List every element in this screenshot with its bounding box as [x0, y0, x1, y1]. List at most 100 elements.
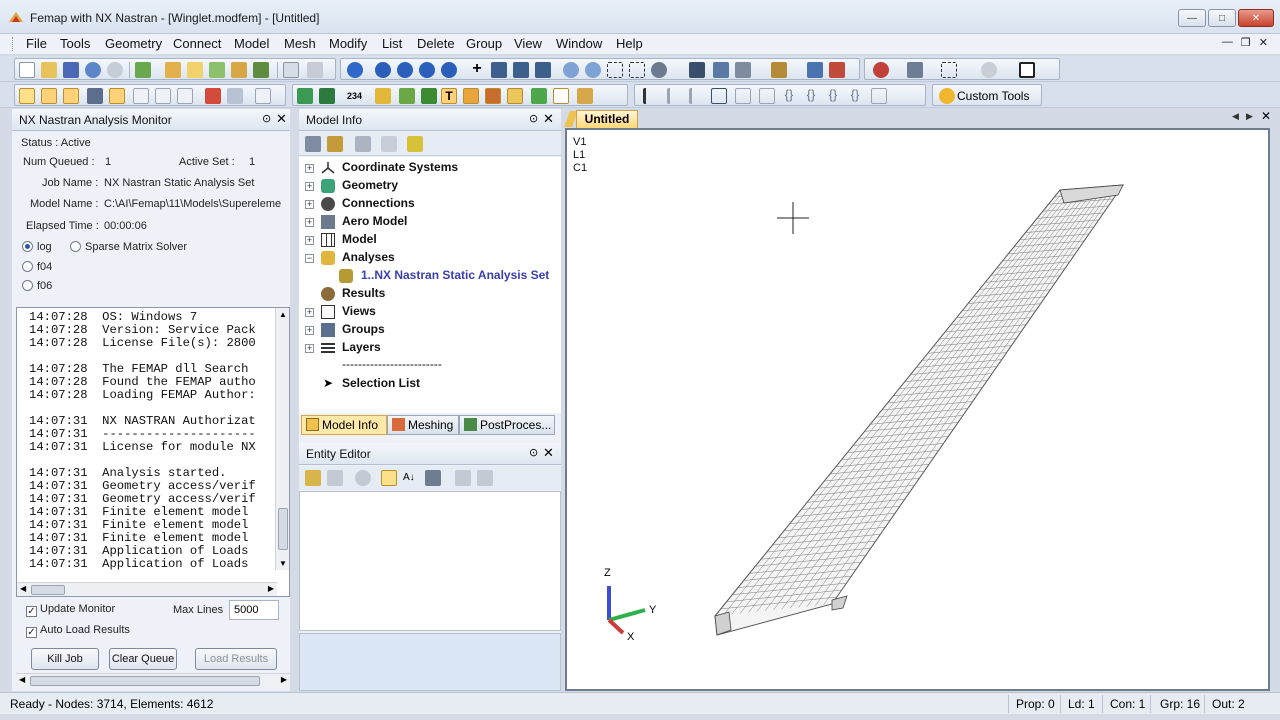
up-icon[interactable] [419, 62, 435, 78]
tree-item-analysis-set[interactable]: 1..NX Nastran Static Analysis Set [361, 268, 549, 282]
radio-f06-indicator[interactable] [22, 280, 33, 291]
back-icon[interactable] [375, 62, 391, 78]
table-pane-icon[interactable] [133, 88, 149, 104]
results-open-icon[interactable] [231, 62, 247, 78]
surface-icon[interactable] [421, 88, 437, 104]
monitor-scroll-left-icon[interactable]: ◀ [19, 675, 25, 684]
redo-icon[interactable] [107, 62, 123, 78]
constraint-icon[interactable] [531, 88, 547, 104]
auto-load-check-icon[interactable]: ✓ [26, 627, 37, 638]
log-vertical-thumb[interactable] [278, 508, 288, 550]
meshing-pane-icon[interactable] [41, 88, 57, 104]
braces4-icon[interactable]: {} [847, 88, 863, 104]
export-icon[interactable] [187, 62, 203, 78]
close-icon[interactable]: ✕ [276, 111, 287, 127]
entity-editor-pin-icon[interactable]: ⊙ [529, 446, 538, 459]
log-horizontal-scrollbar[interactable]: ◀ ▶ [17, 582, 277, 596]
load-results-button[interactable]: Load Results [195, 648, 277, 670]
radio-f06[interactable]: f06 [22, 280, 52, 292]
label-style-icon[interactable] [463, 88, 479, 104]
zoom-box-icon[interactable] [607, 62, 623, 78]
radio-sparse-matrix[interactable]: Sparse Matrix Solver [70, 241, 187, 253]
rotate-y-icon[interactable] [513, 62, 529, 78]
print-icon[interactable] [307, 62, 323, 78]
entity-editor-pane-icon[interactable] [63, 88, 79, 104]
import-icon[interactable] [165, 62, 181, 78]
tree-item-analyses[interactable]: Analyses [342, 250, 395, 264]
menu-window[interactable]: Window [552, 36, 606, 51]
expand-layers[interactable]: + [305, 344, 314, 353]
autoscale-icon[interactable] [629, 62, 645, 78]
tree-move-icon[interactable] [381, 136, 397, 152]
model-check-icon[interactable] [253, 62, 269, 78]
menu-mesh[interactable]: Mesh [280, 36, 320, 51]
model-tree[interactable]: + Coordinate Systems + Geometry + Connec… [299, 157, 561, 413]
view-align-icon[interactable] [689, 62, 705, 78]
tree-item-coordinate-systems[interactable]: Coordinate Systems [342, 160, 458, 174]
braces2-icon[interactable]: {} [803, 88, 819, 104]
undo-icon[interactable] [85, 62, 101, 78]
plus-icon[interactable]: + [469, 61, 485, 78]
workplane-x-icon[interactable] [667, 88, 683, 104]
property-pages-icon[interactable] [425, 470, 441, 486]
view-style-icon[interactable] [735, 62, 751, 78]
api-icon[interactable] [205, 88, 221, 104]
zoom-in-icon[interactable] [563, 62, 579, 78]
count-icon[interactable]: 234 [347, 88, 363, 104]
tree-item-model[interactable]: Model [342, 232, 377, 246]
radio-sparse-indicator[interactable] [70, 241, 81, 252]
menu-modify[interactable]: Modify [325, 36, 371, 51]
clear-queue-button[interactable]: Clear Queue [109, 648, 177, 670]
kill-job-button[interactable]: Kill Job [31, 648, 99, 670]
menu-file[interactable]: File [22, 36, 51, 51]
menu-group[interactable]: Group [462, 36, 506, 51]
message-icon[interactable] [227, 88, 243, 104]
menu-help[interactable]: Help [612, 36, 647, 51]
tree-item-aero-model[interactable]: Aero Model [342, 214, 407, 228]
expand-coordinate-systems[interactable]: + [305, 164, 314, 173]
select-box-icon[interactable] [941, 62, 957, 78]
collapse-analyses[interactable]: − [305, 254, 314, 263]
rotate-z-icon[interactable] [535, 62, 551, 78]
view-select-icon[interactable] [713, 62, 729, 78]
list-pane-icon[interactable] [177, 88, 193, 104]
expand-views[interactable]: + [305, 308, 314, 317]
custom-tools-icon[interactable] [939, 88, 955, 104]
model-info-pin-icon[interactable]: ⊙ [529, 112, 538, 125]
tree-item-results[interactable]: Results [342, 286, 385, 300]
scroll-up-icon[interactable]: ▲ [279, 310, 287, 319]
menu-connect[interactable]: Connect [169, 36, 225, 51]
tree-item-groups[interactable]: Groups [342, 322, 385, 336]
update-monitor-checkbox[interactable]: ✓ Update Monitor [26, 603, 115, 617]
entity-refresh-icon[interactable] [355, 470, 371, 486]
braces-icon[interactable]: {} [781, 88, 797, 104]
highlight-icon[interactable] [507, 88, 523, 104]
zoom-out-icon[interactable] [585, 62, 601, 78]
post-data-icon[interactable] [807, 62, 823, 78]
tree-item-layers[interactable]: Layers [342, 340, 381, 354]
entity-copy-icon[interactable] [327, 470, 343, 486]
monitor-pane-icon[interactable] [109, 88, 125, 104]
minimize-button[interactable]: — [1178, 9, 1206, 27]
curve-icon[interactable] [399, 88, 415, 104]
view-tab-next-icon[interactable]: ▶ [1246, 111, 1253, 122]
save-icon[interactable] [63, 62, 79, 78]
tree-options-icon[interactable] [305, 136, 321, 152]
pin-icon[interactable]: ⊙ [262, 112, 271, 125]
entity-export-icon[interactable] [455, 470, 471, 486]
menu-tools[interactable]: Tools [56, 36, 94, 51]
view-center-icon[interactable] [651, 62, 667, 78]
braces3-icon[interactable]: {} [825, 88, 841, 104]
view-tab-prev-icon[interactable]: ◀ [1232, 111, 1239, 122]
view-tab-untitled[interactable]: Untitled [576, 110, 638, 128]
workplane-icon[interactable] [643, 88, 659, 104]
edit-icon[interactable] [255, 88, 271, 104]
tree-item-views[interactable]: Views [342, 304, 376, 318]
grid-icon[interactable] [553, 88, 569, 104]
chart-pane-icon[interactable] [87, 88, 103, 104]
menu-model[interactable]: Model [230, 36, 273, 51]
globe-icon[interactable] [347, 62, 363, 78]
menu-geometry[interactable]: Geometry [101, 36, 166, 51]
mesh-grid3-icon[interactable] [759, 88, 775, 104]
mesh-toolbox-icon[interactable] [297, 88, 313, 104]
